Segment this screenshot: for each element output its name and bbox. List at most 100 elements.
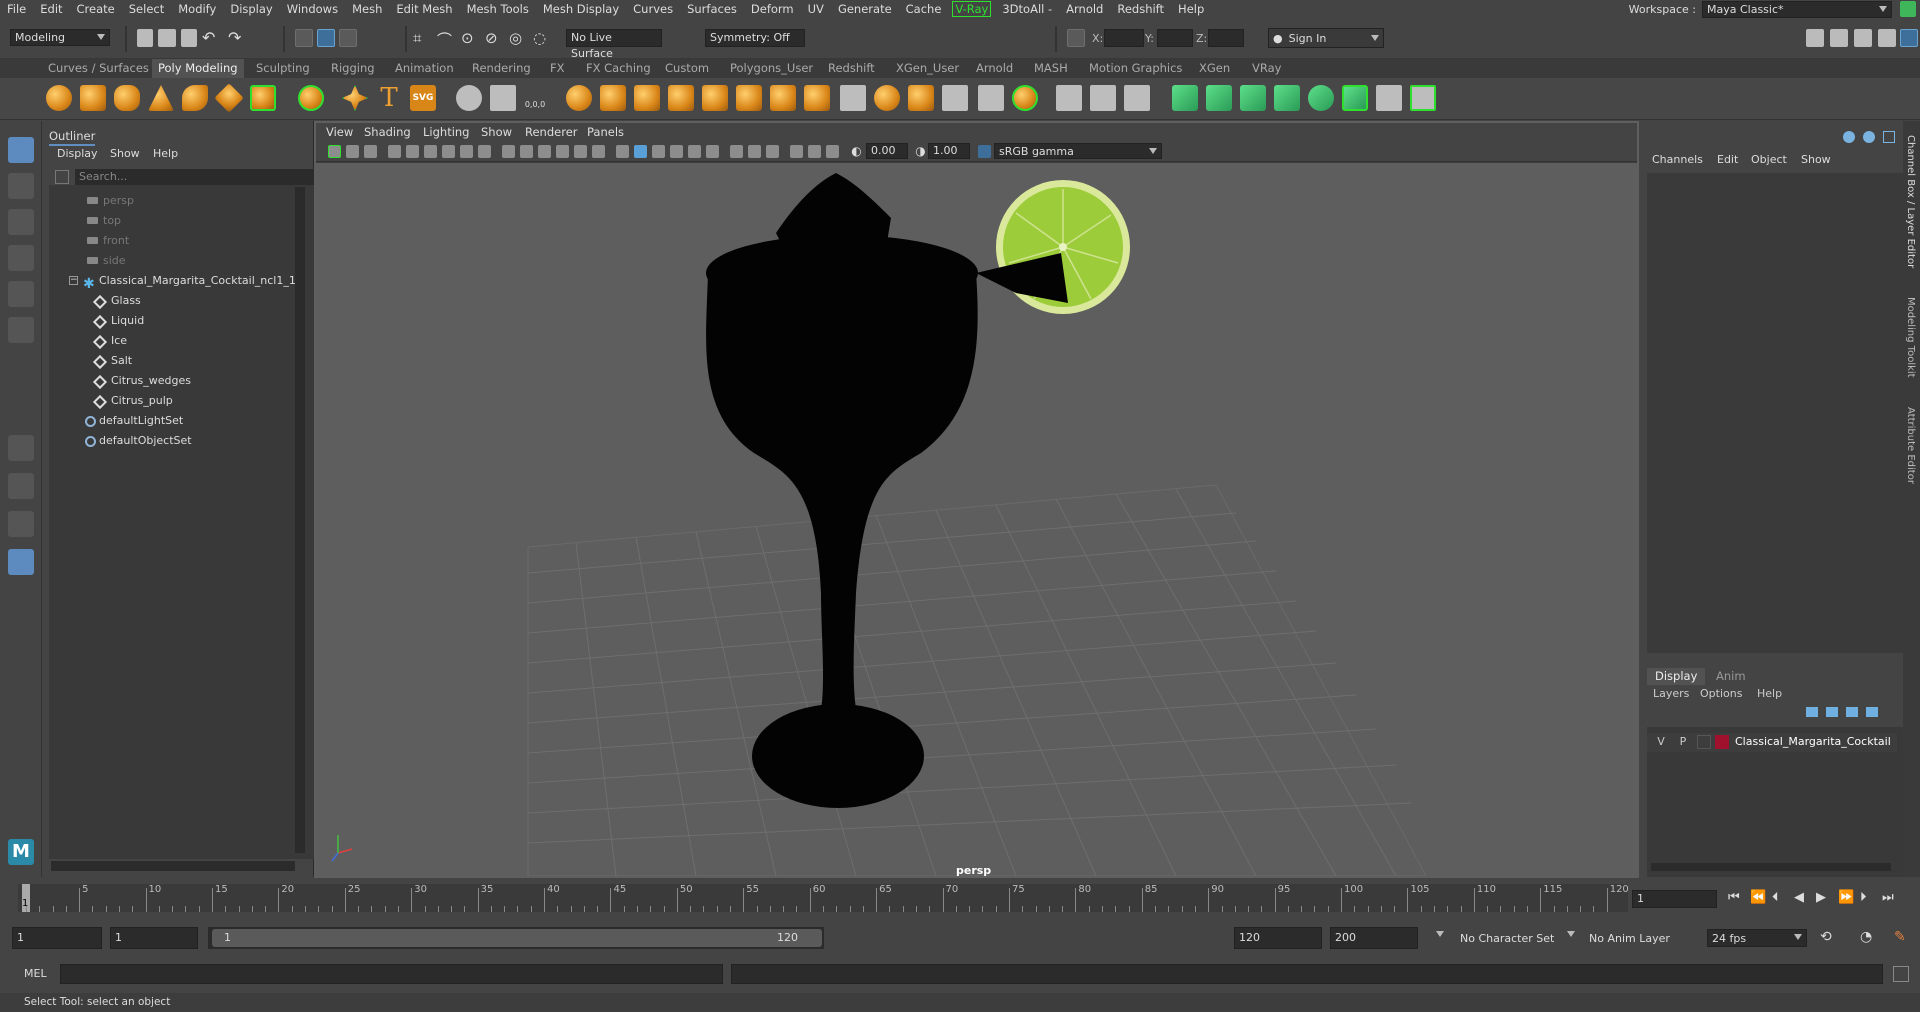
snap-together-icon[interactable] bbox=[490, 85, 516, 111]
move-layer-up-icon[interactable] bbox=[1806, 707, 1818, 717]
move-layer-down-icon[interactable] bbox=[1826, 707, 1838, 717]
shelf-tab-custom[interactable]: Custom bbox=[659, 59, 715, 78]
two-sided-icon[interactable] bbox=[808, 145, 821, 158]
vp-menu-shading[interactable]: Shading bbox=[364, 125, 411, 139]
anim-layer-label[interactable]: No Anim Layer bbox=[1589, 932, 1670, 945]
select-object-icon[interactable] bbox=[317, 29, 335, 47]
layer-editor-icon[interactable] bbox=[1900, 29, 1918, 47]
svg-icon[interactable]: SVG bbox=[410, 85, 436, 111]
append-polygon-icon[interactable] bbox=[908, 85, 934, 111]
uv-toolkit-icon[interactable] bbox=[1410, 85, 1436, 111]
shelf-tab-poly-modeling[interactable]: Poly Modeling bbox=[152, 59, 244, 78]
shelf-tab-curves-surfaces[interactable]: Curves / Surfaces bbox=[42, 59, 155, 78]
open-scene-icon[interactable] bbox=[158, 29, 176, 47]
snap-pivot-icon[interactable]: ◌ bbox=[533, 29, 553, 49]
menu-uv[interactable]: UV bbox=[801, 0, 831, 18]
undo-icon[interactable]: ↶ bbox=[202, 29, 220, 47]
paint-select-tool-icon[interactable] bbox=[8, 209, 34, 235]
go-to-end-icon[interactable]: ⏭ bbox=[1882, 890, 1894, 905]
image-plane-icon[interactable] bbox=[364, 145, 377, 158]
auto-key-icon[interactable]: ◔ bbox=[1860, 929, 1872, 945]
live-surface-field[interactable]: No Live Surface bbox=[566, 29, 662, 60]
uv-editor-icon[interactable] bbox=[1172, 85, 1198, 111]
command-input[interactable] bbox=[60, 964, 723, 984]
rotate-tool-icon[interactable] bbox=[8, 281, 34, 307]
shelf-tab-rendering[interactable]: Rendering bbox=[466, 59, 537, 78]
isolate-select-icon[interactable] bbox=[766, 145, 779, 158]
wireframe-on-shaded-icon[interactable] bbox=[556, 145, 569, 158]
shelf-tab-fx[interactable]: FX bbox=[544, 59, 571, 78]
textured-icon[interactable] bbox=[574, 145, 587, 158]
shadows-icon[interactable] bbox=[616, 145, 629, 158]
collapse-icon[interactable]: − bbox=[69, 276, 78, 285]
menu-display[interactable]: Display bbox=[223, 0, 279, 18]
play-forward-icon[interactable]: ▶ bbox=[1816, 890, 1826, 905]
layer-menu-help[interactable]: Help bbox=[1757, 687, 1782, 700]
layer-menu-layers[interactable]: Layers bbox=[1653, 687, 1689, 700]
bookmark-icon[interactable] bbox=[346, 145, 359, 158]
platonic-solid-icon[interactable] bbox=[298, 85, 324, 111]
layer-tab-display[interactable]: Display bbox=[1647, 668, 1706, 685]
multi-cut-icon[interactable] bbox=[1056, 85, 1082, 111]
poly-plane-icon[interactable] bbox=[214, 83, 244, 113]
extract-icon[interactable] bbox=[634, 85, 660, 111]
script-editor-icon[interactable] bbox=[1893, 966, 1909, 982]
layer-type-toggle[interactable] bbox=[1697, 735, 1711, 749]
new-layer-selected-icon[interactable] bbox=[1866, 707, 1878, 717]
menu-edit[interactable]: Edit bbox=[33, 0, 69, 18]
bevel-icon[interactable] bbox=[840, 85, 866, 111]
menu-3dtoall[interactable]: 3DtoAll - bbox=[995, 0, 1059, 18]
vp-menu-renderer[interactable]: Renderer bbox=[525, 125, 578, 139]
uv-checker-icon[interactable] bbox=[1342, 85, 1368, 111]
motion-blur-icon[interactable] bbox=[706, 145, 719, 158]
shelf-tab-rigging[interactable]: Rigging bbox=[325, 59, 381, 78]
channel-box-area[interactable] bbox=[1647, 173, 1905, 653]
y-field[interactable] bbox=[1157, 29, 1193, 47]
animation-start-field[interactable]: 1 bbox=[12, 927, 102, 949]
side-tab-attribute-editor[interactable]: Attribute Editor bbox=[1905, 407, 1916, 484]
redo-icon[interactable]: ↷ bbox=[228, 29, 246, 47]
gate-mask-icon[interactable] bbox=[424, 145, 437, 158]
combine-icon[interactable] bbox=[566, 85, 592, 111]
side-tab-channel-box[interactable]: Channel Box / Layer Editor bbox=[1905, 135, 1916, 268]
poly-torus-icon[interactable] bbox=[182, 85, 208, 111]
step-forward-frame-icon[interactable]: ⏵ bbox=[1860, 890, 1867, 905]
uv-sew-icon[interactable] bbox=[1308, 85, 1334, 111]
snap-view-icon[interactable]: ⊘ bbox=[485, 29, 505, 49]
shelf-tab-polygons-user[interactable]: Polygons_User bbox=[724, 59, 819, 78]
lasso-tool-icon[interactable] bbox=[8, 173, 34, 199]
menu-create[interactable]: Create bbox=[70, 0, 122, 18]
step-back-frame-icon[interactable]: ⏴ bbox=[1772, 890, 1779, 905]
cb-menu-show[interactable]: Show bbox=[1801, 153, 1831, 166]
grid-toggle-icon[interactable] bbox=[502, 145, 515, 158]
time-ruler[interactable]: 1 5 10 15 20 25 30 35 40 45 50 55 60 65 70 75 80 85 90 95 1… bbox=[18, 884, 1629, 912]
character-set-label[interactable]: No Character Set bbox=[1460, 932, 1554, 945]
z-field[interactable] bbox=[1208, 29, 1244, 47]
menu-edit-mesh[interactable]: Edit Mesh bbox=[389, 0, 459, 18]
cb-menu-channels[interactable]: Channels bbox=[1652, 153, 1703, 166]
transform-icon[interactable] bbox=[1067, 29, 1085, 47]
screen-space-ao-icon[interactable] bbox=[688, 145, 701, 158]
playback-start-field[interactable]: 1 bbox=[110, 927, 198, 949]
shelf-tab-motion-graphics[interactable]: Motion Graphics bbox=[1083, 59, 1188, 78]
layer-menu-options[interactable]: Options bbox=[1700, 687, 1742, 700]
step-back-key-icon[interactable]: ⏪ bbox=[1750, 890, 1766, 905]
loop-icon[interactable]: ⟲ bbox=[1820, 929, 1832, 945]
render-settings-icon[interactable] bbox=[1806, 29, 1824, 47]
cb-menu-edit[interactable]: Edit bbox=[1717, 153, 1738, 166]
select-tool-icon[interactable] bbox=[8, 137, 34, 163]
fps-dropdown[interactable]: 24 fps bbox=[1707, 929, 1807, 947]
single-view-icon[interactable] bbox=[8, 435, 34, 461]
snap-grid-icon[interactable]: ⌗ bbox=[413, 29, 433, 49]
colorspace-dropdown[interactable]: sRGB gamma bbox=[994, 143, 1162, 159]
poly-cube-icon[interactable] bbox=[80, 85, 106, 111]
boolean-icon[interactable] bbox=[702, 85, 728, 111]
channel-box-icon[interactable] bbox=[1878, 29, 1896, 47]
menu-cache[interactable]: Cache bbox=[899, 0, 949, 18]
insert-edge-loop-icon[interactable] bbox=[1090, 85, 1116, 111]
outliner-horizontal-scrollbar[interactable] bbox=[51, 861, 295, 871]
four-view-icon[interactable] bbox=[8, 473, 34, 499]
layer-color-swatch[interactable] bbox=[1715, 735, 1729, 749]
hud-icon[interactable] bbox=[790, 145, 803, 158]
shelf-tab-xgen-user[interactable]: XGen_User bbox=[890, 59, 965, 78]
